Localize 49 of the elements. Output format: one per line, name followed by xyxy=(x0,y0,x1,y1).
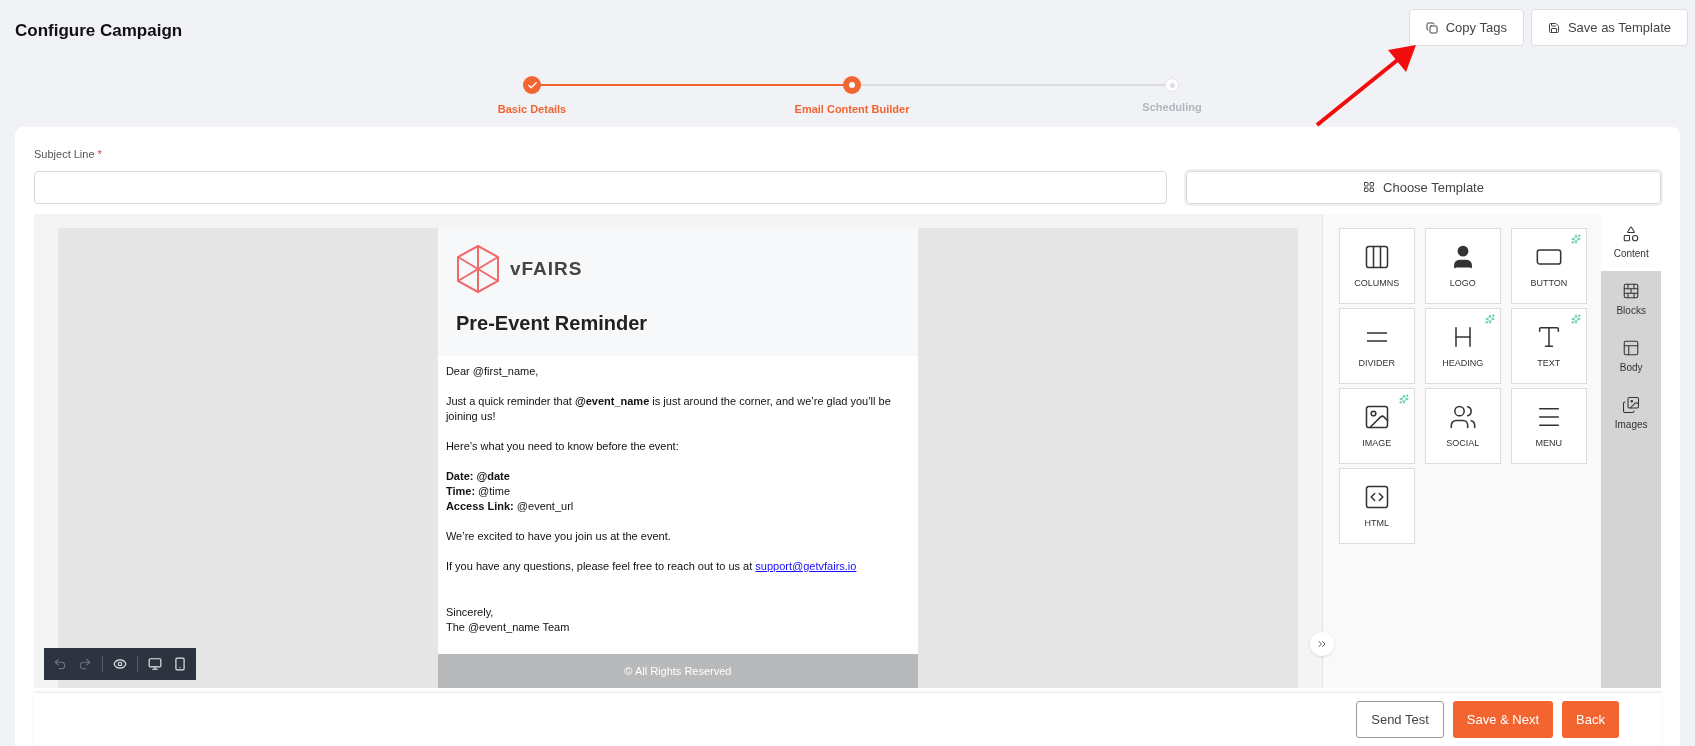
email-link[interactable]: support@getvfairs.io xyxy=(755,560,857,573)
content-tile[interactable]: TEXT xyxy=(1510,308,1587,385)
step-label: Scheduling xyxy=(1142,100,1202,115)
email-text: Date: @date xyxy=(445,469,511,485)
email-text: We’re excited to have you join us at the event. xyxy=(445,529,672,545)
content-tile[interactable]: LOGO xyxy=(1424,228,1501,305)
email-text: Here’s what you need to know before the event: xyxy=(445,439,680,455)
copy-tags-button[interactable]: Copy Tags xyxy=(1408,9,1524,46)
content-tile[interactable]: SOCIAL xyxy=(1424,388,1501,465)
shapes-icon xyxy=(1622,224,1641,243)
side-tab[interactable]: Content xyxy=(1601,214,1661,272)
copy-icon xyxy=(1425,21,1438,34)
content-tile[interactable]: HEADING xyxy=(1424,308,1501,385)
content-tile[interactable]: BUTTON xyxy=(1510,228,1587,305)
email-text: Just a quick reminder that @event_name is just around the corner, and we’re glad you’ll be joining us! xyxy=(445,394,892,425)
choose-template-button[interactable]: Choose Template xyxy=(1186,170,1661,205)
email-text: Time: @time xyxy=(445,484,512,500)
content-tile[interactable]: COLUMNS xyxy=(1338,228,1415,305)
content-tile[interactable]: IMAGE xyxy=(1338,388,1415,465)
field-label: Subject Line * xyxy=(34,147,103,162)
email-text: Dear @first_name, xyxy=(445,364,540,380)
side-tab[interactable]: Images xyxy=(1601,385,1661,443)
content-tile[interactable]: MENU xyxy=(1510,388,1587,465)
email-footer: © All Rights Reserved xyxy=(437,654,918,689)
images-icon xyxy=(1622,395,1641,414)
grid-icon xyxy=(1363,181,1376,194)
save-template-button[interactable]: Save as Template xyxy=(1530,9,1688,46)
step-label: Basic Details xyxy=(497,102,567,117)
content-tile[interactable]: DIVIDER xyxy=(1338,308,1415,385)
side-tab[interactable]: Body xyxy=(1601,328,1661,386)
save-icon xyxy=(1547,21,1560,34)
subject-input[interactable] xyxy=(34,170,1167,205)
side-tab[interactable]: Blocks xyxy=(1601,271,1661,329)
step-label: Email Content Builder xyxy=(794,102,910,117)
content-tile[interactable]: HTML xyxy=(1338,468,1415,545)
page-title: Configure Campaign xyxy=(15,20,183,42)
email-text: Sincerely, xyxy=(445,605,495,621)
desktop-icon-button[interactable] xyxy=(147,656,163,673)
brand-name: vFAIRS xyxy=(509,257,583,282)
mobile-icon-button[interactable] xyxy=(172,656,188,673)
brick-icon xyxy=(1622,281,1641,300)
cube-logo-icon xyxy=(455,244,500,295)
layout-icon xyxy=(1622,338,1641,357)
email-text: Access Link: @event_url xyxy=(445,499,575,515)
email-text: If you have any questions, please feel free to reach out to us at support@getvfairs.io xyxy=(445,559,858,575)
expand-panel-button[interactable] xyxy=(1309,632,1334,657)
email-text: The @event_name Team xyxy=(445,620,571,636)
email-title: Pre-Event Reminder xyxy=(455,311,649,337)
outline-button[interactable]: Send Test xyxy=(1356,701,1444,739)
